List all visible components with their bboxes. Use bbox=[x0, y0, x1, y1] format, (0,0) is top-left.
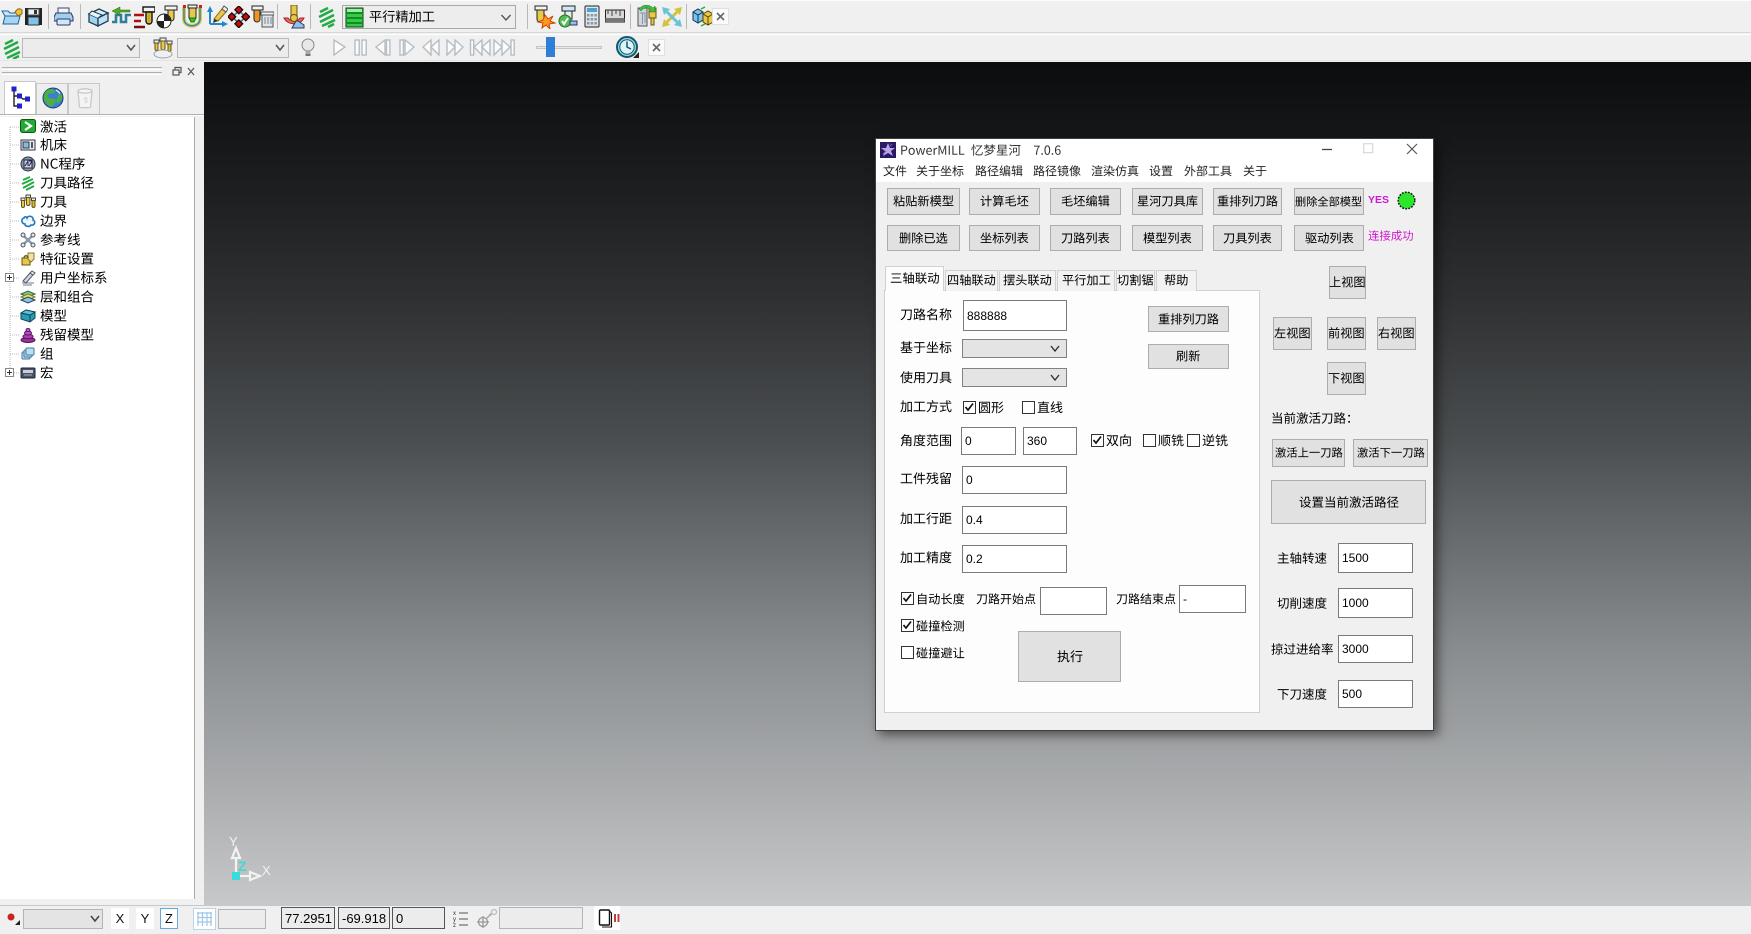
svg-text:z: z bbox=[453, 923, 456, 928]
svg-text:Z: Z bbox=[238, 858, 247, 874]
svg-text:Y: Y bbox=[229, 834, 238, 849]
svg-text:X: X bbox=[262, 863, 271, 878]
